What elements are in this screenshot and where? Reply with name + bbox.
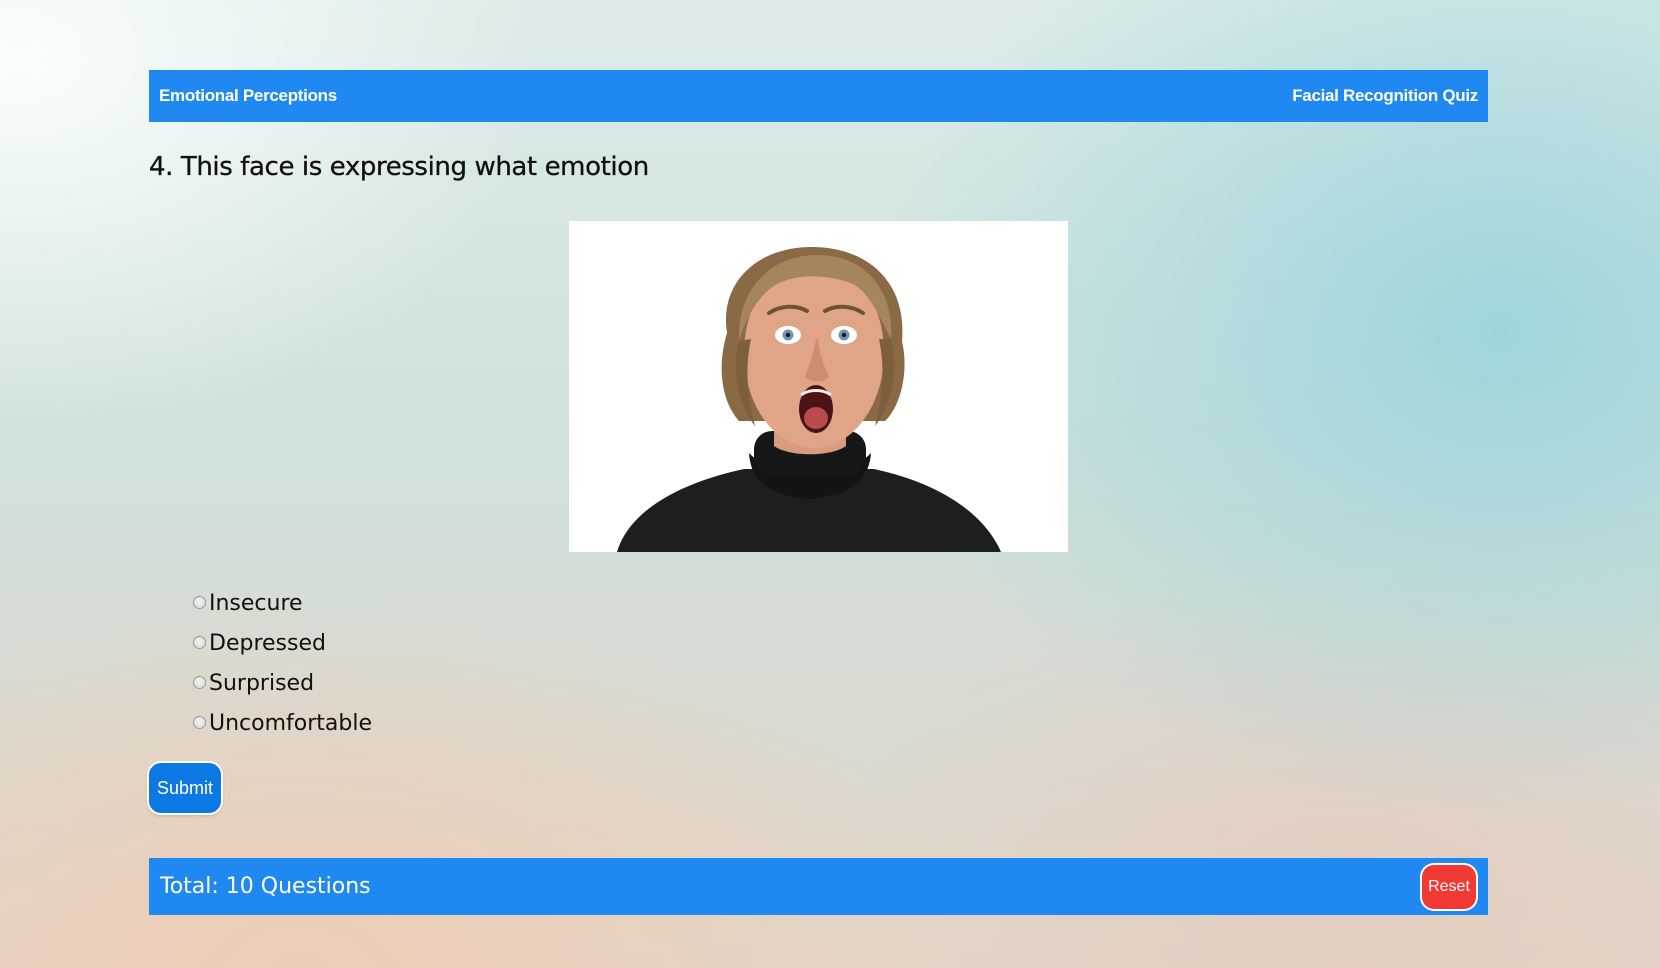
option-surprised[interactable]: Surprised (193, 663, 372, 703)
question-image (569, 221, 1068, 552)
radio-button[interactable] (193, 675, 206, 689)
option-depressed[interactable]: Depressed (193, 623, 372, 663)
option-label[interactable]: Insecure (209, 591, 303, 616)
option-uncomfortable[interactable]: Uncomfortable (193, 703, 372, 743)
answer-options: Insecure Depressed Surprised Uncomfortab… (193, 583, 372, 743)
header-bar: Emotional Perceptions Facial Recognition… (149, 70, 1488, 122)
site-title: Emotional Perceptions (159, 86, 337, 105)
option-label[interactable]: Surprised (209, 671, 314, 696)
option-label[interactable]: Uncomfortable (209, 711, 372, 736)
footer-bar: Total: 10 Questions Reset (149, 858, 1488, 915)
radio-button[interactable] (193, 635, 206, 649)
question-title: 4. This face is expressing what emotion (149, 152, 650, 182)
option-insecure[interactable]: Insecure (193, 583, 372, 623)
surprised-face-photo (569, 221, 1068, 552)
quiz-title: Facial Recognition Quiz (1292, 86, 1478, 105)
option-label[interactable]: Depressed (209, 631, 326, 656)
radio-button[interactable] (193, 595, 206, 609)
total-questions: Total: 10 Questions (160, 874, 371, 899)
submit-button[interactable]: Submit (149, 763, 221, 813)
radio-button[interactable] (193, 715, 206, 729)
reset-button[interactable]: Reset (1422, 864, 1476, 909)
